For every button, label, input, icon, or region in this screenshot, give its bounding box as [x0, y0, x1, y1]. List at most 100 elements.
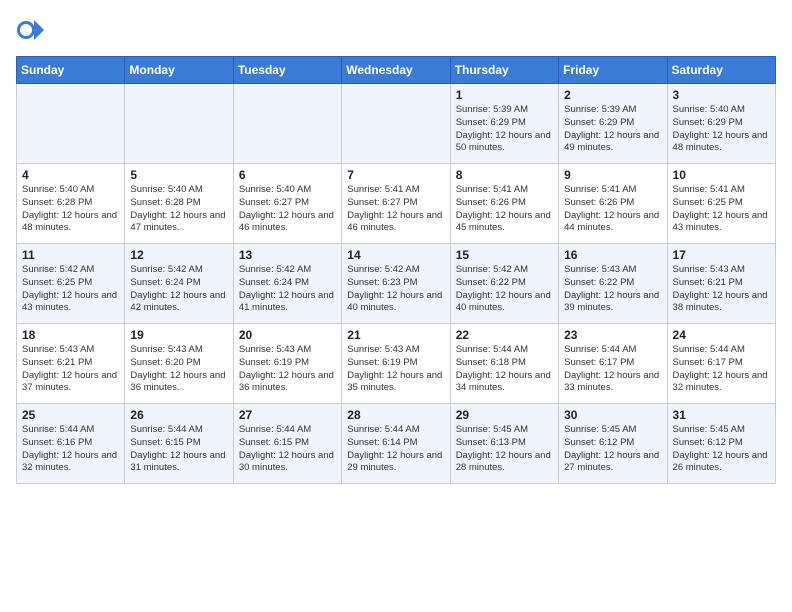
calendar-cell: 22 Sunrise: 5:44 AM Sunset: 6:18 PM Dayli… [450, 324, 558, 404]
calendar-cell [125, 84, 233, 164]
day-number: 29 [456, 408, 553, 422]
calendar-cell: 18Sunrise: 5:43 AM Sunset: 6:21 PM Dayli… [17, 324, 125, 404]
day-number: 13 [239, 248, 336, 262]
calendar-cell: 23 Sunrise: 5:44 AM Sunset: 6:17 PM Dayli… [559, 324, 667, 404]
day-number: 1 [456, 88, 553, 102]
day-number: 15 [456, 248, 553, 262]
cell-info: Sunrise: 5:45 AM Sunset: 6:13 PM Dayligh… [456, 424, 553, 475]
calendar-cell: 30Sunrise: 5:45 AM Sunset: 6:12 PM Dayli… [559, 404, 667, 484]
calendar-cell: 16 Sunrise: 5:43 AM Sunset: 6:22 PM Dayli… [559, 244, 667, 324]
calendar-cell: 20 Sunrise: 5:43 AM Sunset: 6:19 PM Dayli… [233, 324, 341, 404]
calendar-cell: 9 Sunrise: 5:41 AM Sunset: 6:26 PM Daylig… [559, 164, 667, 244]
day-number: 27 [239, 408, 336, 422]
calendar-cell: 15 Sunrise: 5:42 AM Sunset: 6:22 PM Dayli… [450, 244, 558, 324]
page-header [16, 16, 776, 44]
calendar-cell: 19 Sunrise: 5:43 AM Sunset: 6:20 PM Dayli… [125, 324, 233, 404]
weekday-header: Wednesday [342, 57, 450, 84]
calendar-cell: 21 Sunrise: 5:43 AM Sunset: 6:19 PM Dayli… [342, 324, 450, 404]
cell-info: Sunrise: 5:43 AM Sunset: 6:19 PM Dayligh… [239, 344, 336, 395]
cell-info: Sunrise: 5:42 AM Sunset: 6:22 PM Dayligh… [456, 264, 553, 315]
calendar-cell: 17 Sunrise: 5:43 AM Sunset: 6:21 PM Dayli… [667, 244, 775, 324]
calendar-cell: 12 Sunrise: 5:42 AM Sunset: 6:24 PM Dayli… [125, 244, 233, 324]
day-number: 30 [564, 408, 661, 422]
calendar-cell: 13 Sunrise: 5:42 AM Sunset: 6:24 PM Dayli… [233, 244, 341, 324]
calendar-cell: 29 Sunrise: 5:45 AM Sunset: 6:13 PM Dayli… [450, 404, 558, 484]
calendar-cell: 10 Sunrise: 5:41 AM Sunset: 6:25 PM Dayli… [667, 164, 775, 244]
calendar-cell: 27 Sunrise: 5:44 AM Sunset: 6:15 PM Dayli… [233, 404, 341, 484]
calendar-cell: 3 Sunrise: 5:40 AM Sunset: 6:29 PM Daylig… [667, 84, 775, 164]
cell-info: Sunrise: 5:40 AM Sunset: 6:28 PM Dayligh… [22, 184, 119, 235]
day-number: 21 [347, 328, 444, 342]
logo [16, 16, 46, 44]
calendar-cell: 25 Sunrise: 5:44 AM Sunset: 6:16 PM Dayli… [17, 404, 125, 484]
day-number: 23 [564, 328, 661, 342]
calendar-cell: 6 Sunrise: 5:40 AM Sunset: 6:27 PM Daylig… [233, 164, 341, 244]
day-number: 24 [673, 328, 770, 342]
cell-info: Sunrise: 5:42 AM Sunset: 6:24 PM Dayligh… [130, 264, 227, 315]
day-number: 31 [673, 408, 770, 422]
day-number: 16 [564, 248, 661, 262]
day-number: 19 [130, 328, 227, 342]
cell-info: Sunrise: 5:41 AM Sunset: 6:26 PM Dayligh… [456, 184, 553, 235]
cell-info: Sunrise: 5:45 AM Sunset: 6:12 PM Dayligh… [673, 424, 770, 475]
cell-info: Sunrise: 5:44 AM Sunset: 6:18 PM Dayligh… [456, 344, 553, 395]
weekday-header: Thursday [450, 57, 558, 84]
calendar-cell: 14 Sunrise: 5:42 AM Sunset: 6:23 PM Dayli… [342, 244, 450, 324]
day-number: 14 [347, 248, 444, 262]
day-number: 25 [22, 408, 119, 422]
day-number: 6 [239, 168, 336, 182]
day-number: 7 [347, 168, 444, 182]
cell-info: Sunrise: 5:41 AM Sunset: 6:27 PM Dayligh… [347, 184, 444, 235]
calendar-cell: 31 Sunrise: 5:45 AM Sunset: 6:12 PM Dayli… [667, 404, 775, 484]
calendar-cell: 11Sunrise: 5:42 AM Sunset: 6:25 PM Dayli… [17, 244, 125, 324]
cell-info: Sunrise: 5:43 AM Sunset: 6:20 PM Dayligh… [130, 344, 227, 395]
weekday-header: Sunday [17, 57, 125, 84]
cell-info: Sunrise: 5:44 AM Sunset: 6:14 PM Dayligh… [347, 424, 444, 475]
cell-info: Sunrise: 5:41 AM Sunset: 6:26 PM Dayligh… [564, 184, 661, 235]
cell-info: Sunrise: 5:44 AM Sunset: 6:17 PM Dayligh… [564, 344, 661, 395]
calendar-cell: 24 Sunrise: 5:44 AM Sunset: 6:17 PM Dayli… [667, 324, 775, 404]
calendar-cell: 1 Sunrise: 5:39 AM Sunset: 6:29 PM Daylig… [450, 84, 558, 164]
calendar-cell: 2 Sunrise: 5:39 AM Sunset: 6:29 PM Daylig… [559, 84, 667, 164]
calendar-table: SundayMondayTuesdayWednesdayThursdayFrid… [16, 56, 776, 484]
day-number: 2 [564, 88, 661, 102]
weekday-header: Tuesday [233, 57, 341, 84]
calendar-cell: 8Sunrise: 5:41 AM Sunset: 6:26 PM Daylig… [450, 164, 558, 244]
logo-icon [16, 16, 44, 44]
calendar-cell: 7 Sunrise: 5:41 AM Sunset: 6:27 PM Daylig… [342, 164, 450, 244]
calendar-cell [342, 84, 450, 164]
day-number: 20 [239, 328, 336, 342]
day-number: 5 [130, 168, 227, 182]
day-number: 18 [22, 328, 119, 342]
day-number: 22 [456, 328, 553, 342]
day-number: 17 [673, 248, 770, 262]
cell-info: Sunrise: 5:43 AM Sunset: 6:21 PM Dayligh… [673, 264, 770, 315]
cell-info: Sunrise: 5:39 AM Sunset: 6:29 PM Dayligh… [456, 104, 553, 155]
day-number: 9 [564, 168, 661, 182]
weekday-header: Friday [559, 57, 667, 84]
cell-info: Sunrise: 5:40 AM Sunset: 6:27 PM Dayligh… [239, 184, 336, 235]
weekday-header: Saturday [667, 57, 775, 84]
cell-info: Sunrise: 5:44 AM Sunset: 6:17 PM Dayligh… [673, 344, 770, 395]
calendar-cell: 28 Sunrise: 5:44 AM Sunset: 6:14 PM Dayli… [342, 404, 450, 484]
cell-info: Sunrise: 5:41 AM Sunset: 6:25 PM Dayligh… [673, 184, 770, 235]
cell-info: Sunrise: 5:43 AM Sunset: 6:19 PM Dayligh… [347, 344, 444, 395]
calendar-cell: 5Sunrise: 5:40 AM Sunset: 6:28 PM Daylig… [125, 164, 233, 244]
day-number: 10 [673, 168, 770, 182]
cell-info: Sunrise: 5:40 AM Sunset: 6:29 PM Dayligh… [673, 104, 770, 155]
day-number: 26 [130, 408, 227, 422]
cell-info: Sunrise: 5:42 AM Sunset: 6:24 PM Dayligh… [239, 264, 336, 315]
cell-info: Sunrise: 5:42 AM Sunset: 6:23 PM Dayligh… [347, 264, 444, 315]
day-number: 3 [673, 88, 770, 102]
cell-info: Sunrise: 5:39 AM Sunset: 6:29 PM Dayligh… [564, 104, 661, 155]
cell-info: Sunrise: 5:44 AM Sunset: 6:16 PM Dayligh… [22, 424, 119, 475]
cell-info: Sunrise: 5:44 AM Sunset: 6:15 PM Dayligh… [239, 424, 336, 475]
weekday-header: Monday [125, 57, 233, 84]
day-number: 28 [347, 408, 444, 422]
calendar-cell [17, 84, 125, 164]
cell-info: Sunrise: 5:43 AM Sunset: 6:22 PM Dayligh… [564, 264, 661, 315]
calendar-cell [233, 84, 341, 164]
day-number: 12 [130, 248, 227, 262]
cell-info: Sunrise: 5:44 AM Sunset: 6:15 PM Dayligh… [130, 424, 227, 475]
cell-info: Sunrise: 5:42 AM Sunset: 6:25 PM Dayligh… [22, 264, 119, 315]
